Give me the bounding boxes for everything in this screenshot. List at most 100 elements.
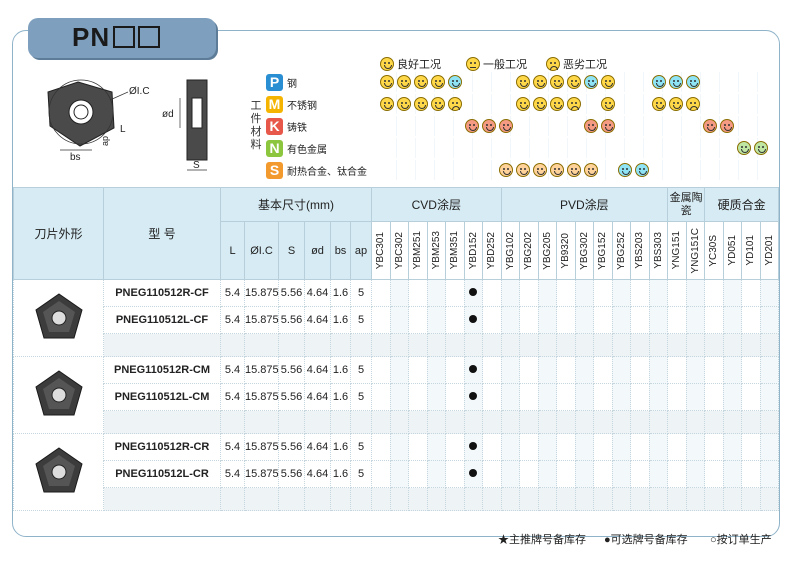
condition-face-icon <box>465 119 479 133</box>
spacer-cell <box>244 333 279 357</box>
grade-col-header: YBM351 <box>445 221 465 280</box>
condition-face-icon <box>737 141 751 155</box>
grade-col-header: YNG151 <box>667 221 687 280</box>
spacer-cell <box>685 410 706 434</box>
l-label: L <box>120 124 126 135</box>
grade-cell <box>630 356 650 384</box>
grade-cell <box>482 460 502 488</box>
spacer-cell <box>103 333 221 357</box>
grade-cell <box>519 460 539 488</box>
spacer-cell <box>389 487 410 511</box>
spacer-cell <box>349 410 373 434</box>
spacer-cell <box>704 333 724 357</box>
grade-cell <box>741 356 761 384</box>
grade-cell <box>759 460 780 488</box>
grade-col-header: YNG151C <box>685 221 706 280</box>
spacer-cell <box>500 333 521 357</box>
spacer-cell <box>220 410 245 434</box>
good-face-icon <box>380 57 394 71</box>
dim-cell: 5.56 <box>278 433 305 461</box>
grade-col-header: YBM251 <box>408 221 428 280</box>
grade-cell <box>574 433 595 461</box>
grade-col-header: YBG302 <box>574 221 595 280</box>
grade-cell <box>556 279 576 307</box>
spacer-cell <box>408 333 428 357</box>
grade-col-header: YBD252 <box>482 221 502 280</box>
grade-cell <box>463 356 484 384</box>
grade-cell <box>500 433 521 461</box>
grade-cell <box>667 279 687 307</box>
grade-cell <box>482 306 502 334</box>
spacer-cell <box>445 333 465 357</box>
grade-cell <box>593 460 613 488</box>
condition-face-icon <box>550 163 564 177</box>
grade-cell <box>574 279 595 307</box>
spacer-cell <box>463 487 484 511</box>
grade-cell <box>685 356 706 384</box>
grade-cell <box>648 279 669 307</box>
condition-face-icon <box>720 119 734 133</box>
table-row: PNEG110512R-CF 5.4 15.875 5.56 4.64 1.6 5 <box>13 279 780 357</box>
dim-cell: 5.4 <box>220 306 245 334</box>
condition-face-icon <box>584 163 598 177</box>
dim-cell: 15.875 <box>244 356 279 384</box>
grade-cell <box>482 356 502 384</box>
grade-cell <box>537 279 558 307</box>
dim-cell: 4.64 <box>304 433 331 461</box>
grade-cell <box>445 433 465 461</box>
dim-cell: 1.6 <box>330 460 351 488</box>
grade-cell <box>611 356 632 384</box>
grade-cell <box>722 383 743 411</box>
spacer-cell <box>593 333 613 357</box>
grade-cell <box>556 306 576 334</box>
ap-label: ap <box>100 136 110 146</box>
bs-label: bs <box>70 152 81 163</box>
grade-cell <box>445 460 465 488</box>
condition-face-icon <box>414 97 428 111</box>
col-cvd: CVD涂层 <box>371 187 502 222</box>
grade-col-header: YBS303 <box>648 221 669 280</box>
spacer-cell <box>445 410 465 434</box>
available-dot-icon <box>469 315 478 323</box>
grade-cell <box>500 306 521 334</box>
grade-cell <box>408 433 428 461</box>
grade-cell <box>667 433 687 461</box>
spacer-cell <box>574 487 595 511</box>
model-cell: PNEG110512R-CM <box>103 356 221 384</box>
grade-cell <box>519 279 539 307</box>
grade-col-header: YBG252 <box>611 221 632 280</box>
spacer-cell <box>463 410 484 434</box>
dim-cell: 1.6 <box>330 383 351 411</box>
dim-cell: 5.56 <box>278 460 305 488</box>
grade-cell <box>371 306 391 334</box>
condition-face-icon <box>431 75 445 89</box>
grade-col-header: YD101 <box>741 221 761 280</box>
grade-cell <box>611 383 632 411</box>
d-label: ød <box>162 109 174 120</box>
spacer-cell <box>648 410 669 434</box>
spacer-cell <box>278 333 305 357</box>
col-carbide: 硬质合金 <box>704 187 780 222</box>
dim-cell: 5.4 <box>220 383 245 411</box>
condition-face-icon <box>414 75 428 89</box>
grade-cell <box>574 383 595 411</box>
grade-cell <box>445 383 465 411</box>
grade-cell <box>593 279 613 307</box>
grade-cell <box>704 356 724 384</box>
spacer-cell <box>630 410 650 434</box>
insert-image <box>34 292 83 338</box>
dim-col-header: bs <box>330 221 351 280</box>
grade-cell <box>741 383 761 411</box>
spacer-cell <box>667 410 687 434</box>
footer-dot: ●可选牌号备库存 <box>604 534 688 546</box>
grade-cell <box>500 279 521 307</box>
spacer-cell <box>330 410 351 434</box>
grade-cell <box>445 279 465 307</box>
dim-cell: 4.64 <box>304 356 331 384</box>
condition-face-icon <box>533 163 547 177</box>
table-row: PNEG110512R-CM 5.4 15.875 5.56 4.64 1.6 5 <box>13 356 780 434</box>
spacer-cell <box>426 410 447 434</box>
material-letter: N <box>266 139 283 157</box>
spacer-cell <box>704 487 724 511</box>
spacer-cell <box>519 410 539 434</box>
